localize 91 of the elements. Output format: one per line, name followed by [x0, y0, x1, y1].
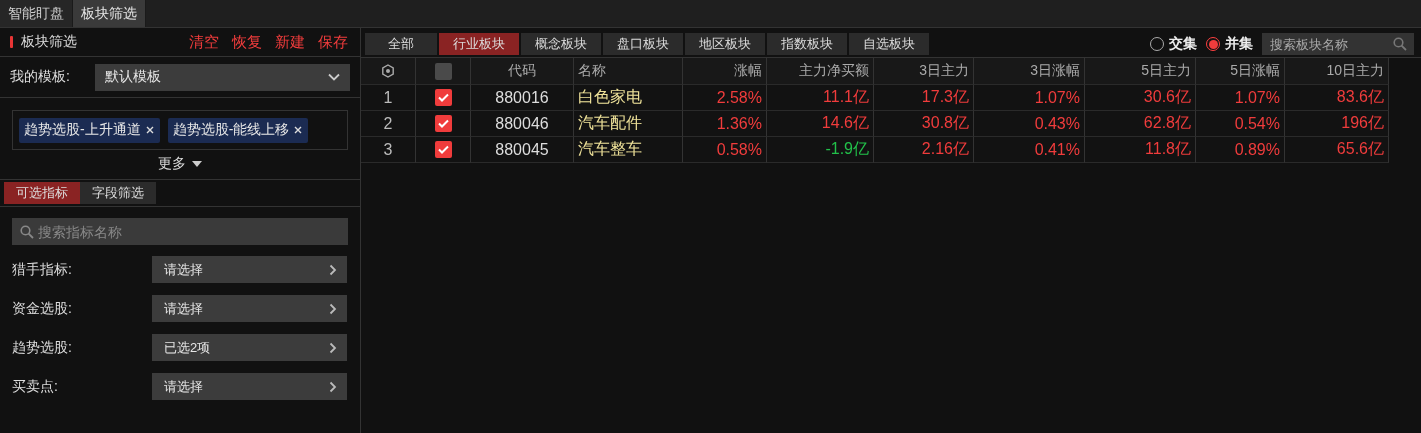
action-link[interactable]: 保存: [318, 32, 348, 52]
check-icon: [437, 93, 449, 102]
value-cell: 83.6亿: [1285, 85, 1389, 111]
column-header[interactable]: 涨幅: [683, 58, 767, 85]
column-header[interactable]: 10日主力: [1285, 58, 1389, 85]
row-checkbox[interactable]: [434, 141, 452, 158]
column-header[interactable]: 5日涨幅: [1196, 58, 1285, 85]
settings-icon: [381, 64, 395, 78]
search-icon: [20, 225, 34, 239]
value-cell: 11.8亿: [1085, 137, 1196, 163]
filter-tag: 趋势选股-能线上移: [167, 117, 309, 143]
code-cell: 880045: [471, 137, 574, 163]
row-number: 1: [361, 85, 416, 111]
accent-bar: [10, 36, 13, 48]
name-cell: 汽车整车: [574, 137, 683, 163]
value-cell: 2.16亿: [874, 137, 974, 163]
select-field[interactable]: 请选择: [152, 373, 347, 400]
code-cell: 880016: [471, 85, 574, 111]
value-cell: 196亿: [1285, 111, 1389, 137]
value-cell: 65.6亿: [1285, 137, 1389, 163]
row-number: 2: [361, 111, 416, 137]
value-cell: -1.9亿: [767, 137, 874, 163]
row-number: 3: [361, 137, 416, 163]
close-icon[interactable]: [145, 126, 154, 134]
row-checkbox[interactable]: [434, 89, 452, 106]
value-cell: 17.3亿: [874, 85, 974, 111]
panel-title: 板块筛选: [21, 33, 78, 51]
search-field[interactable]: 搜索板块名称: [1262, 33, 1414, 55]
field-label: 趋势选股:: [12, 338, 73, 357]
chevron-right-icon: [329, 380, 337, 393]
tab[interactable]: 行业板块: [439, 33, 519, 55]
action-link[interactable]: 清空: [189, 32, 219, 52]
radio-button[interactable]: 交集: [1150, 35, 1197, 53]
select-field[interactable]: 请选择: [152, 295, 347, 322]
column-header[interactable]: 3日主力: [874, 58, 974, 85]
name-cell: 汽车配件: [574, 111, 683, 137]
value-cell: 0.43%: [974, 111, 1085, 137]
value-cell: 2.58%: [683, 85, 767, 111]
chevron-right-icon: [329, 263, 337, 276]
tab[interactable]: 概念板块: [521, 33, 601, 55]
value-cell: 30.6亿: [1085, 85, 1196, 111]
field-label: 资金选股:: [12, 299, 73, 318]
chevron-down-icon: [328, 73, 340, 81]
action-link[interactable]: 恢复: [232, 32, 262, 52]
tab[interactable]: 智能盯盘: [0, 0, 73, 27]
column-header[interactable]: 主力净买额: [767, 58, 874, 85]
name-cell: 白色家电: [574, 85, 683, 111]
chevron-right-icon: [329, 341, 337, 354]
select-field[interactable]: 已选2项: [152, 334, 347, 361]
template-dropdown[interactable]: 默认模板: [95, 63, 350, 91]
field-label: 猎手指标:: [12, 260, 73, 279]
value-cell: 0.89%: [1196, 137, 1285, 163]
code-cell: 880046: [471, 111, 574, 137]
radio-button[interactable]: 并集: [1206, 35, 1253, 53]
row-checkbox[interactable]: [434, 115, 452, 132]
chevron-right-icon: [329, 302, 337, 315]
check-icon: [437, 119, 449, 128]
column-header[interactable]: 名称: [574, 58, 683, 85]
more-button[interactable]: 更多: [158, 155, 202, 173]
value-cell: 11.1亿: [767, 85, 874, 111]
search-field[interactable]: 搜索指标名称: [12, 218, 348, 245]
tab[interactable]: 板块筛选: [73, 0, 146, 27]
close-icon[interactable]: [294, 126, 303, 134]
field-label: 买卖点:: [12, 377, 59, 396]
tab[interactable]: 全部: [365, 33, 437, 55]
action-link[interactable]: 新建: [275, 32, 305, 52]
value-cell: 0.58%: [683, 137, 767, 163]
value-cell: 30.8亿: [874, 111, 974, 137]
caret-down-icon: [192, 161, 202, 167]
value-cell: 1.07%: [974, 85, 1085, 111]
tab[interactable]: 可选指标: [4, 182, 80, 204]
filter-tag: 趋势选股-上升通道: [19, 117, 160, 143]
column-header[interactable]: 5日主力: [1085, 58, 1196, 85]
column-header[interactable]: 3日涨幅: [974, 58, 1085, 85]
value-cell: 0.41%: [974, 137, 1085, 163]
column-header[interactable]: 代码: [471, 58, 574, 85]
check-icon: [437, 145, 449, 154]
value-cell: 14.6亿: [767, 111, 874, 137]
tab[interactable]: 字段筛选: [80, 182, 156, 204]
value-cell: 1.36%: [683, 111, 767, 137]
field-label: 我的模板:: [10, 68, 71, 86]
value-cell: 1.07%: [1196, 85, 1285, 111]
tab[interactable]: 地区板块: [685, 33, 765, 55]
value-cell: 62.8亿: [1085, 111, 1196, 137]
tab[interactable]: 指数板块: [767, 33, 847, 55]
tab[interactable]: 自选板块: [849, 33, 929, 55]
value-cell: 0.54%: [1196, 111, 1285, 137]
select-field[interactable]: 请选择: [152, 256, 347, 283]
search-icon: [1393, 37, 1407, 51]
select-all-checkbox[interactable]: [434, 62, 452, 80]
tab[interactable]: 盘口板块: [603, 33, 683, 55]
